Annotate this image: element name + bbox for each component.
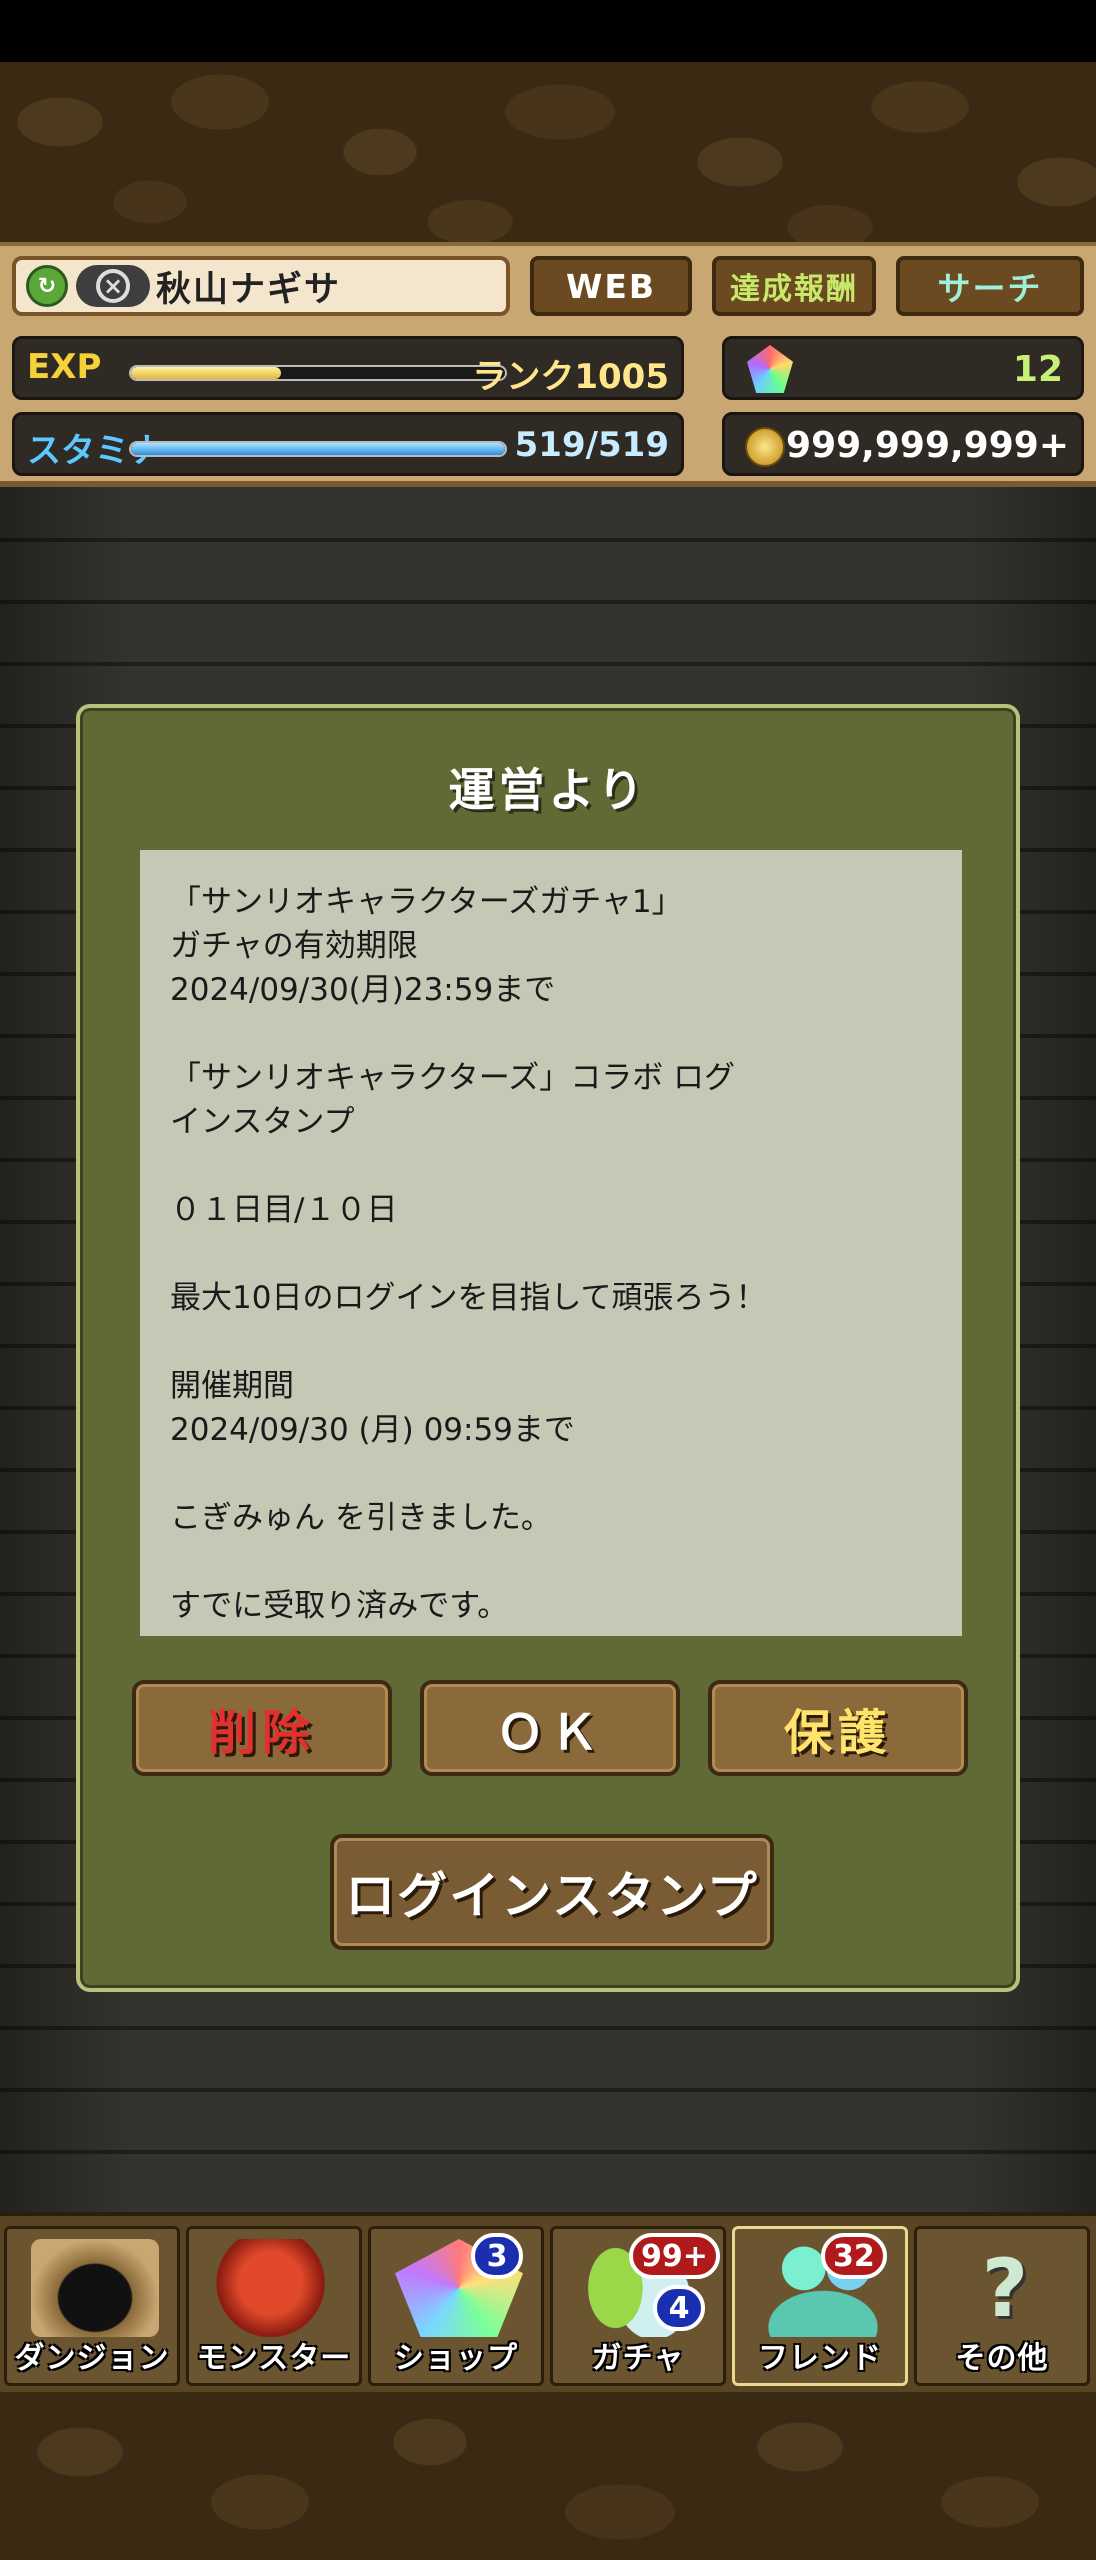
exp-bar: [129, 365, 507, 381]
message-line: 2024/09/30(月)23:59まで: [170, 972, 556, 1008]
shop-badge: 3: [471, 2233, 523, 2279]
player-hud: ↻ × 秋山ナギサ WEB 達成報酬 サーチ EXP ランク1005 スタミナ …: [0, 242, 1096, 487]
rank-value: ランク1005: [472, 357, 669, 397]
dragon-icon: [213, 2239, 341, 2337]
rank-emblem-icon: ↻: [26, 265, 68, 307]
magic-stone-count: 12: [1012, 349, 1063, 390]
search-button[interactable]: サーチ: [896, 256, 1084, 316]
mail-dialog: 運営より 「サンリオキャラクターズガチャ1」 ガチャの有効期限 2024/09/30…: [76, 704, 1020, 1992]
nav-item-shop[interactable]: 3 ショップ: [368, 2226, 544, 2386]
magic-stone-icon: [747, 345, 793, 393]
stamina-bar-fill: [131, 443, 505, 455]
stone-wall-bottom: [0, 2392, 1096, 2560]
message-line: 2024/09/30 (月) 09:59まで: [170, 1412, 575, 1448]
gacha-badge-top: 99+: [629, 2233, 720, 2279]
nav-label: モンスター: [196, 2341, 352, 2376]
message-line: 開催期間: [170, 1368, 294, 1404]
message-line: 「サンリオキャラクターズガチャ1」: [170, 884, 683, 920]
stone-wall-top: [0, 62, 1096, 242]
nav-item-friend[interactable]: 32 フレンド: [732, 2226, 908, 2386]
bottom-nav: ダンジョン モンスター 3 ショップ 99+ 4 ガチャ 32 フレンド ? そ…: [0, 2212, 1096, 2392]
exp-label: EXP: [27, 347, 102, 387]
nav-label: ダンジョン: [14, 2341, 170, 2376]
login-stamp-button[interactable]: ログインスタンプ: [330, 1834, 774, 1950]
message-line: こぎみゅん を引きました。: [170, 1500, 552, 1536]
message-line: インスタンプ: [170, 1104, 355, 1140]
coin-count: 999,999,999+: [786, 425, 1069, 466]
player-name-plate[interactable]: ↻ × 秋山ナギサ: [12, 256, 510, 316]
gacha-badge-bottom: 4: [653, 2285, 705, 2331]
status-bar: [0, 0, 1096, 62]
avatar-icon: ×: [76, 265, 150, 307]
message-line: 「サンリオキャラクターズ」コラボ ログ: [170, 1060, 736, 1096]
achievement-reward-button[interactable]: 達成報酬: [712, 256, 876, 316]
nav-item-monster[interactable]: モンスター: [186, 2226, 362, 2386]
nav-label: ガチャ: [591, 2341, 685, 2376]
dungeon-gate-icon: [31, 2239, 159, 2337]
nav-label: フレンド: [758, 2341, 882, 2376]
exp-panel: EXP ランク1005: [12, 336, 684, 400]
protect-button[interactable]: 保護: [708, 1680, 968, 1776]
nav-item-gacha[interactable]: 99+ 4 ガチャ: [550, 2226, 726, 2386]
message-line: ０１日目/１０日: [170, 1192, 398, 1228]
magic-stone-panel[interactable]: 12: [722, 336, 1084, 400]
nav-label: ショップ: [394, 2341, 518, 2376]
message-line: ガチャの有効期限: [170, 928, 418, 964]
stamina-panel: スタミナ 519/519: [12, 412, 684, 476]
stamina-value: 519/519: [514, 425, 669, 465]
player-name: 秋山ナギサ: [156, 269, 342, 310]
nav-item-dungeon[interactable]: ダンジョン: [4, 2226, 180, 2386]
stamina-bar: [129, 441, 507, 457]
message-line: すでに受取り済みです。: [170, 1588, 509, 1624]
delete-button[interactable]: 削除: [132, 1680, 392, 1776]
nav-item-other[interactable]: ? その他: [914, 2226, 1090, 2386]
message-body: 「サンリオキャラクターズガチャ1」 ガチャの有効期限 2024/09/30(月)23…: [140, 850, 962, 1636]
coin-icon: [745, 427, 785, 467]
question-mark-icon: ?: [981, 2241, 1029, 2335]
friend-badge: 32: [821, 2233, 887, 2279]
ok-button[interactable]: ＯＫ: [420, 1680, 680, 1776]
exp-bar-fill: [131, 367, 281, 379]
nav-label: その他: [955, 2341, 1049, 2376]
message-line: 最大10日のログインを目指して頑張ろう！: [170, 1280, 767, 1316]
dialog-title: 運営より: [448, 763, 648, 817]
coin-panel: 999,999,999+: [722, 412, 1084, 476]
web-button[interactable]: WEB: [530, 256, 692, 316]
